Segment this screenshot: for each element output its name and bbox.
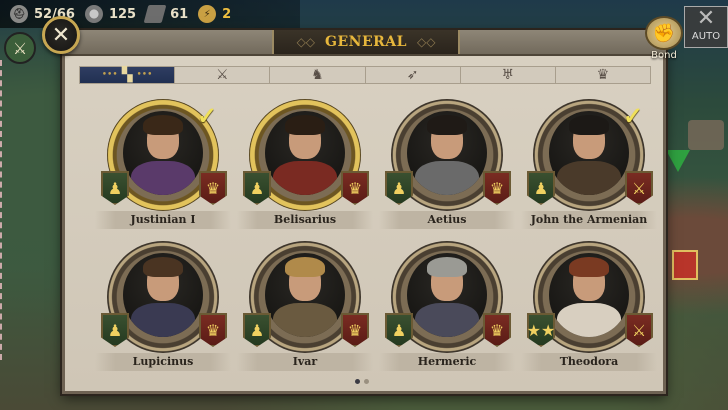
general-card[interactable]: ♟ ♛ Aetius (379, 99, 515, 239)
battle-button[interactable]: ⚔ (4, 32, 36, 64)
general-name: Ivar (237, 353, 373, 371)
general-card[interactable]: ♟ ♛ ✓ Justinian I (95, 99, 231, 239)
general-grid: ♟ ♛ ✓ Justinian I ♟ ♛ Belisarius ♟ ♛ Aet… (65, 89, 663, 373)
eagle-icon: ♅ (501, 67, 515, 83)
general-face (549, 253, 629, 337)
tab-infantry[interactable]: ⚔ (175, 67, 271, 83)
panel-title: GENERAL (325, 34, 407, 50)
filter-tabs: ••• ▚ ••• ⚔ ♞ ➶ ♅ ♛ (79, 66, 651, 84)
iron-icon (143, 5, 167, 23)
resource-gear: 125 (84, 5, 137, 23)
pawn-icon: ♟ (385, 171, 413, 205)
crossed-swords-icon: ⚔ (625, 313, 653, 347)
helmet-icon: ⛑ (10, 5, 28, 23)
resource-value: 2 (222, 6, 232, 22)
checkmark-icon: ✓ (197, 101, 218, 130)
pawn-icon: ♟ (101, 313, 129, 347)
general-face (123, 253, 203, 337)
title-plate: ◇◇ GENERAL ◇◇ (272, 30, 460, 54)
general-name: Aetius (379, 211, 515, 229)
map-marker[interactable] (666, 150, 690, 172)
general-panel: ◇◇ GENERAL ◇◇ ••• ▚ ••• ⚔ ♞ ➶ ♅ ♛ ♟ ♛ ✓ … (62, 30, 666, 394)
crown-icon: ♛ (483, 171, 511, 205)
general-face (549, 111, 629, 195)
general-card[interactable]: ♟ ♛ Hermeric (379, 241, 515, 381)
general-card[interactable]: ♟ ⚔ ✓ John the Armenian (521, 99, 657, 239)
general-name: Theodora (521, 353, 657, 371)
dots-icon: ••• (136, 70, 153, 80)
tab-all[interactable]: ••• ▚ ••• (80, 67, 176, 83)
general-card[interactable]: ★★ ⚔ Theodora (521, 241, 657, 381)
crown-icon: ♛ (483, 313, 511, 347)
page-dot[interactable] (364, 379, 369, 384)
bond-label: Bond (651, 50, 677, 61)
general-face (265, 253, 345, 337)
crossed-swords-icon: ⚔ (12, 38, 28, 58)
close-button[interactable]: ✕ (42, 16, 80, 54)
crown-icon: ♛ (596, 67, 610, 83)
panel-header: ◇◇ GENERAL ◇◇ (62, 30, 666, 56)
general-face (123, 111, 203, 195)
ornament-icon: ◇◇ (416, 35, 436, 49)
close-icon: ✕ (696, 6, 716, 31)
dots-icon: ••• (101, 70, 118, 80)
general-name: Lupicinus (95, 353, 231, 371)
stars-icon: ★★ (527, 313, 555, 347)
horse-icon: ♞ (311, 67, 324, 83)
resource-bolt: ⚡ 2 (198, 5, 231, 23)
grid-icon: ▚ (121, 67, 133, 83)
pawn-icon: ♟ (385, 313, 413, 347)
pawn-icon: ♟ (527, 171, 555, 205)
general-name: Hermeric (379, 353, 515, 371)
general-card[interactable]: ♟ ♛ Belisarius (237, 99, 373, 239)
general-face (407, 253, 487, 337)
resource-value: 61 (170, 6, 189, 22)
bow-icon: ➶ (406, 67, 419, 83)
general-face (407, 111, 487, 195)
crown-icon: ♛ (341, 313, 369, 347)
resource-value: 125 (108, 6, 137, 22)
checkmark-icon: ✓ (623, 101, 644, 130)
crown-icon: ♛ (199, 171, 227, 205)
resource-iron: 61 (143, 5, 189, 23)
crown-icon: ♛ (199, 313, 227, 347)
map-unit[interactable] (688, 120, 724, 150)
auto-button[interactable]: ✕ AUTO (684, 6, 728, 48)
general-card[interactable]: ♟ ♛ Lupicinus (95, 241, 231, 381)
tab-cavalry[interactable]: ♞ (270, 67, 366, 83)
gear-icon (84, 5, 103, 23)
handshake-icon: ✊ (645, 16, 683, 50)
bond-button[interactable]: ✊ Bond (644, 16, 684, 68)
pawn-icon: ♟ (243, 171, 271, 205)
general-face (265, 111, 345, 195)
tab-crown[interactable]: ♛ (556, 67, 650, 83)
tab-archer[interactable]: ➶ (366, 67, 461, 83)
map-flag[interactable] (672, 250, 698, 280)
pawn-icon: ♟ (101, 171, 129, 205)
auto-label: AUTO (691, 31, 721, 42)
crown-icon: ♛ (341, 171, 369, 205)
general-card[interactable]: ♟ ♛ Ivar (237, 241, 373, 381)
general-name: John the Armenian (521, 211, 657, 229)
bolt-icon: ⚡ (198, 5, 217, 23)
tab-eagle[interactable]: ♅ (461, 67, 556, 83)
crossed-swords-icon: ⚔ (215, 67, 229, 83)
general-name: Belisarius (237, 211, 373, 229)
pawn-icon: ♟ (243, 313, 271, 347)
crossed-swords-icon: ⚔ (625, 171, 653, 205)
general-name: Justinian I (95, 211, 231, 229)
map-border-line (0, 60, 2, 360)
page-dot[interactable] (355, 379, 360, 384)
ornament-icon: ◇◇ (296, 35, 316, 49)
close-icon: ✕ (51, 22, 71, 48)
page-indicator (355, 379, 369, 384)
